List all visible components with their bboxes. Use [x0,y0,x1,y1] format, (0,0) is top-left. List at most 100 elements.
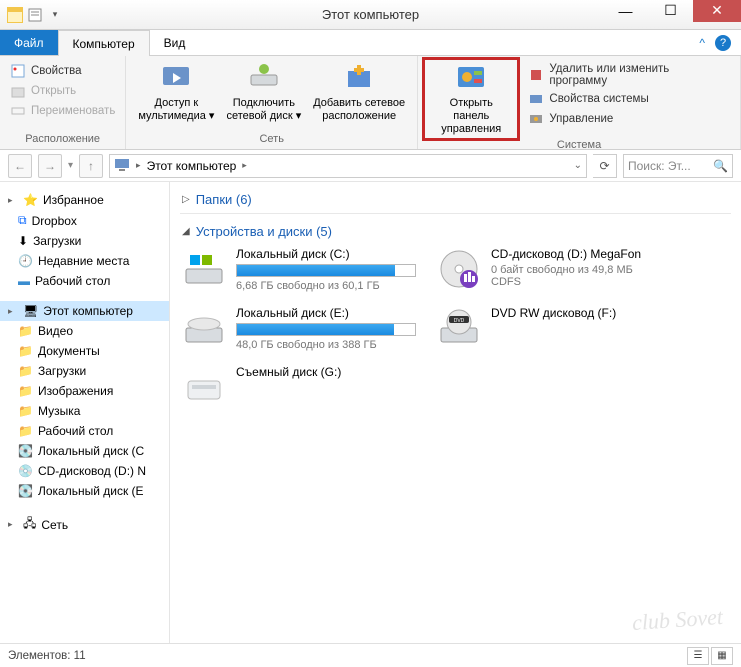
manage-button[interactable]: Управление [524,109,734,129]
star-icon: ⭐ [23,193,38,207]
media-access-button[interactable]: Доступ к мультимедиа ▾ [132,59,220,133]
documents-icon: 📁 [18,344,33,358]
computer-icon [114,156,130,175]
drive-d-cd[interactable]: CD-дисковод (D:) MegaFon 0 байт свободно… [435,243,680,296]
chevron-down-icon[interactable]: ▾ [46,4,64,26]
sidebar-local-e[interactable]: 💽Локальный диск (E [0,481,169,501]
sidebar-network[interactable]: ▸🖧Сеть [0,511,169,538]
refresh-button[interactable]: ⟳ [593,154,617,178]
properties-icon [10,63,26,79]
sidebar-favorites[interactable]: ▸⭐Избранное [0,190,169,210]
rename-icon [10,103,26,119]
ribbon-help-area: ^ ? [699,30,741,55]
system-props-icon [528,91,544,107]
tab-computer[interactable]: Компьютер [58,30,150,56]
uninstall-button[interactable]: Удалить или изменить программу [524,61,734,89]
pictures-icon: 📁 [18,384,33,398]
main-area: ▸⭐Избранное ⧉Dropbox ⬇Загрузки 🕘Недавние… [0,182,741,643]
qat-properties-icon[interactable] [26,4,44,26]
devices-section-header[interactable]: ◢Устройства и диски (5) [180,220,731,243]
close-button[interactable]: ✕ [693,0,741,22]
capacity-bar [236,264,416,277]
sidebar-documents[interactable]: 📁Документы [0,341,169,361]
sidebar-downloads[interactable]: ⬇Загрузки [0,231,169,251]
up-button[interactable]: ↑ [79,154,103,178]
content-pane: ▷Папки (6) ◢Устройства и диски (5) Локал… [170,182,741,643]
group-label-network: Сеть [132,133,411,147]
computer-icon: 🖥 [23,304,38,318]
properties-button[interactable]: Свойства [6,61,119,81]
ribbon: Свойства Открыть Переименовать Расположе… [0,56,741,150]
folders-section-header[interactable]: ▷Папки (6) [180,188,731,211]
downloads-icon: 📁 [18,364,33,378]
sidebar-dropbox[interactable]: ⧉Dropbox [0,210,169,231]
sidebar-downloads2[interactable]: 📁Загрузки [0,361,169,381]
drive-icon: 💽 [18,444,33,458]
tab-view[interactable]: Вид [150,30,200,55]
sidebar-music[interactable]: 📁Музыка [0,401,169,421]
sidebar-desktop[interactable]: ▬Рабочий стол [0,271,169,291]
status-bar: Элементов: 11 ☰ ▦ [0,643,741,667]
group-label-location: Расположение [6,133,119,147]
group-label-system: Система [424,139,734,153]
item-count: Элементов: 11 [8,650,86,662]
removable-drive-icon [182,365,226,409]
search-input[interactable]: Поиск: Эт... 🔍 [623,154,733,178]
capacity-bar [236,323,416,336]
address-dropdown[interactable]: ⌄ [574,160,582,171]
drive-g-removable[interactable]: Съемный диск (G:) [180,361,425,413]
rename-button: Переименовать [6,101,119,121]
open-icon [10,83,26,99]
sidebar-videos[interactable]: 📁Видео [0,321,169,341]
drive-f-dvd[interactable]: DVD DVD RW дисковод (F:) [435,302,680,355]
map-drive-button[interactable]: Подключить сетевой диск ▾ [220,59,307,133]
tab-file[interactable]: Файл [0,30,58,55]
help-icon[interactable]: ? [715,35,731,51]
add-location-icon [342,61,376,95]
network-drive-icon [247,61,281,95]
details-view-button[interactable]: ☰ [687,647,709,665]
hdd-icon [182,247,226,291]
uninstall-icon [528,67,544,83]
manage-icon [528,111,544,127]
sidebar-recent[interactable]: 🕘Недавние места [0,251,169,271]
search-placeholder: Поиск: Эт... [628,159,691,173]
sidebar-desktop2[interactable]: 📁Рабочий стол [0,421,169,441]
drive-c[interactable]: Локальный диск (C:) 6,68 ГБ свободно из … [180,243,425,296]
network-icon: 🖧 [23,514,36,535]
breadcrumb[interactable]: Этот компьютер [147,159,237,173]
ribbon-group-location: Свойства Открыть Переименовать Расположе… [0,56,126,149]
sidebar-pictures[interactable]: 📁Изображения [0,381,169,401]
videos-icon: 📁 [18,324,33,338]
recent-locations-dropdown[interactable]: ▾ [68,160,73,171]
forward-button[interactable]: → [38,154,62,178]
add-network-location-button[interactable]: Добавить сетевое расположение [307,59,411,133]
ribbon-tabs: Файл Компьютер Вид ^ ? [0,30,741,56]
control-panel-button[interactable]: Открыть панель управления [424,59,518,139]
back-button[interactable]: ← [8,154,32,178]
cd-icon: 💿 [18,464,33,478]
address-bar[interactable]: ▸ Этот компьютер ▸ ⌄ [109,154,587,178]
maximize-button[interactable]: ☐ [648,0,693,22]
titlebar: ▾ Этот компьютер — ☐ ✕ [0,0,741,30]
tiles-view-button[interactable]: ▦ [711,647,733,665]
navigation-pane: ▸⭐Избранное ⧉Dropbox ⬇Загрузки 🕘Недавние… [0,182,170,643]
downloads-icon: ⬇ [18,234,28,248]
media-icon [159,61,193,95]
control-panel-icon [454,61,488,95]
sidebar-local-c[interactable]: 💽Локальный диск (C [0,441,169,461]
open-button: Открыть [6,81,119,101]
dvd-icon: DVD [437,306,481,350]
music-icon: 📁 [18,404,33,418]
system-properties-button[interactable]: Свойства системы [524,89,734,109]
dropbox-icon: ⧉ [18,213,27,228]
minimize-button[interactable]: — [603,0,648,22]
sidebar-thispc[interactable]: ▸🖥Этот компьютер [0,301,169,321]
hdd-icon [182,306,226,350]
recent-icon: 🕘 [18,254,33,268]
sidebar-cd-d[interactable]: 💿CD-дисковод (D:) N [0,461,169,481]
drive-e[interactable]: Локальный диск (E:) 48,0 ГБ свободно из … [180,302,425,355]
desktop-icon: 📁 [18,424,33,438]
collapse-ribbon-icon[interactable]: ^ [699,36,705,50]
address-row: ← → ▾ ↑ ▸ Этот компьютер ▸ ⌄ ⟳ Поиск: Эт… [0,150,741,182]
